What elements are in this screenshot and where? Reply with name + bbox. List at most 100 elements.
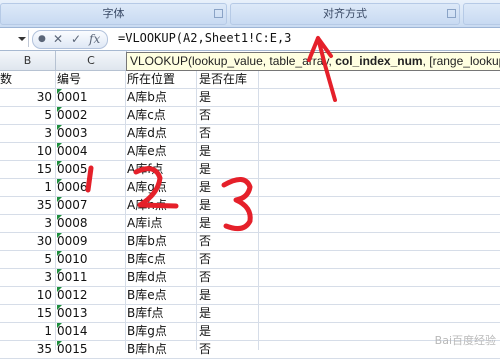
table-row: 35 0015 B库h点 否: [0, 341, 500, 359]
table-row: 15 0005 A库f点 是: [0, 161, 500, 179]
table-row: 1 0014 B库g点 是: [0, 323, 500, 341]
cell-count[interactable]: 1: [0, 179, 54, 196]
column-header-c[interactable]: C: [56, 51, 127, 71]
cell-location[interactable]: B库g点: [126, 323, 197, 340]
table-row: 15 0013 B库f点 是: [0, 305, 500, 323]
tooltip-prefix: VLOOKUP(lookup_value, table_array,: [130, 54, 336, 68]
cell-count[interactable]: 15: [0, 161, 54, 178]
cell-code[interactable]: 0007: [55, 197, 125, 214]
header-row: 数 编号 所在位置 是否在库: [0, 71, 500, 89]
dialog-launcher-icon[interactable]: [214, 9, 223, 18]
table-row: 30 0009 B库b点 否: [0, 233, 500, 251]
cell-code[interactable]: 0001: [55, 89, 125, 106]
cell-instock[interactable]: 是: [198, 323, 259, 340]
table-row: 5 0002 A库c点 否: [0, 107, 500, 125]
cell-count[interactable]: 30: [0, 233, 54, 250]
cell-location[interactable]: B库b点: [126, 233, 197, 250]
cell-location[interactable]: A库h点: [126, 197, 197, 214]
cell-code[interactable]: 0011: [55, 269, 125, 286]
cell-code[interactable]: 0012: [55, 287, 125, 304]
table-row: 3 0008 A库i点 是: [0, 215, 500, 233]
cell-count[interactable]: 10: [0, 143, 54, 160]
cell-header-instock[interactable]: 是否在库: [198, 71, 259, 88]
formula-bar: ● ✕ ✓ fx =VLOOKUP(A2,Sheet1!C:E,3: [0, 28, 500, 51]
cell-code[interactable]: 0002: [55, 107, 125, 124]
cell-count[interactable]: 30: [0, 89, 54, 106]
cell-location[interactable]: A库i点: [126, 215, 197, 232]
cell-location[interactable]: A库d点: [126, 125, 197, 142]
cell-count[interactable]: 15: [0, 305, 54, 322]
table-row: 1 0006 A库g点 是: [0, 179, 500, 197]
cell-instock[interactable]: 否: [198, 269, 259, 286]
cell-instock[interactable]: 否: [198, 251, 259, 268]
cell-instock[interactable]: 是: [198, 305, 259, 322]
cell-location[interactable]: A库c点: [126, 107, 197, 124]
table-row: 10 0004 A库e点 是: [0, 143, 500, 161]
cell-code[interactable]: 0009: [55, 233, 125, 250]
cell-location[interactable]: A库e点: [126, 143, 197, 160]
tooltip-active-arg[interactable]: col_index_num: [335, 54, 422, 68]
cell-location[interactable]: B库c点: [126, 251, 197, 268]
cell-instock[interactable]: 否: [198, 233, 259, 250]
cell-location[interactable]: A库f点: [126, 161, 197, 178]
cell-code[interactable]: 0013: [55, 305, 125, 322]
ribbon-group-alignment-label: 对齐方式: [323, 7, 367, 20]
cell-instock[interactable]: 否: [198, 107, 259, 124]
ribbon-group-alignment[interactable]: 对齐方式: [230, 3, 460, 25]
worksheet-grid: 数 编号 所在位置 是否在库 30 0001 A库b点 是 5 0002 A库c…: [0, 71, 500, 359]
cell-code[interactable]: 0003: [55, 125, 125, 142]
ribbon-group-font-label: 字体: [102, 7, 125, 20]
cell-instock[interactable]: 是: [198, 215, 259, 232]
cell-count[interactable]: 35: [0, 197, 54, 214]
cell-code[interactable]: 0008: [55, 215, 125, 232]
drag-handle-icon[interactable]: ●: [38, 31, 46, 48]
cell-code[interactable]: 0014: [55, 323, 125, 340]
cell-location[interactable]: B库f点: [126, 305, 197, 322]
cell-code[interactable]: 0006: [55, 179, 125, 196]
cancel-icon[interactable]: ✕: [53, 31, 63, 48]
cell-count[interactable]: 1: [0, 323, 54, 340]
cell-location[interactable]: A库b点: [126, 89, 197, 106]
cell-instock[interactable]: 是: [198, 143, 259, 160]
formula-input[interactable]: =VLOOKUP(A2,Sheet1!C:E,3: [118, 31, 291, 45]
cell-location[interactable]: A库g点: [126, 179, 197, 196]
ribbon-group-next[interactable]: [463, 3, 500, 25]
ribbon-group-font[interactable]: 字体: [0, 3, 227, 25]
cell-count[interactable]: 3: [0, 269, 54, 286]
cell-instock[interactable]: 是: [198, 161, 259, 178]
cell-header-code[interactable]: 编号: [55, 71, 125, 88]
column-header-b[interactable]: B: [0, 51, 56, 71]
function-tooltip: VLOOKUP(lookup_value, table_array, col_i…: [126, 52, 500, 71]
cell-code[interactable]: 0004: [55, 143, 125, 160]
insert-function-icon[interactable]: fx: [89, 31, 100, 48]
cell-count[interactable]: 3: [0, 215, 54, 232]
cell-instock[interactable]: 是: [198, 287, 259, 304]
table-row: 35 0007 A库h点 是: [0, 197, 500, 215]
ribbon: 字体 对齐方式: [0, 0, 500, 28]
tooltip-suffix: , [range_lookup]): [422, 54, 500, 68]
cell-count[interactable]: 3: [0, 125, 54, 142]
enter-icon[interactable]: ✓: [71, 31, 81, 48]
table-row: 3 0011 B库d点 否: [0, 269, 500, 287]
cell-location[interactable]: B库d点: [126, 269, 197, 286]
name-box[interactable]: [0, 30, 29, 47]
formula-buttons: ● ✕ ✓ fx: [32, 30, 108, 49]
watermark: Bai百度经验: [434, 334, 496, 347]
cell-instock[interactable]: 是: [198, 89, 259, 106]
cell-count[interactable]: 10: [0, 287, 54, 304]
cell-code[interactable]: 0010: [55, 251, 125, 268]
table-row: 10 0012 B库e点 是: [0, 287, 500, 305]
cell-instock[interactable]: 是: [198, 179, 259, 196]
cell-header-location[interactable]: 所在位置: [126, 71, 197, 88]
cell-header-count[interactable]: 数: [0, 71, 54, 88]
table-row: 3 0003 A库d点 否: [0, 125, 500, 143]
table-row: 5 0010 B库c点 否: [0, 251, 500, 269]
chevron-down-icon[interactable]: [0, 30, 28, 47]
cell-count[interactable]: 5: [0, 251, 54, 268]
dialog-launcher-icon[interactable]: [447, 9, 456, 18]
cell-location[interactable]: B库e点: [126, 287, 197, 304]
cell-code[interactable]: 0005: [55, 161, 125, 178]
cell-instock[interactable]: 否: [198, 125, 259, 142]
cell-instock[interactable]: 是: [198, 197, 259, 214]
cell-count[interactable]: 5: [0, 107, 54, 124]
